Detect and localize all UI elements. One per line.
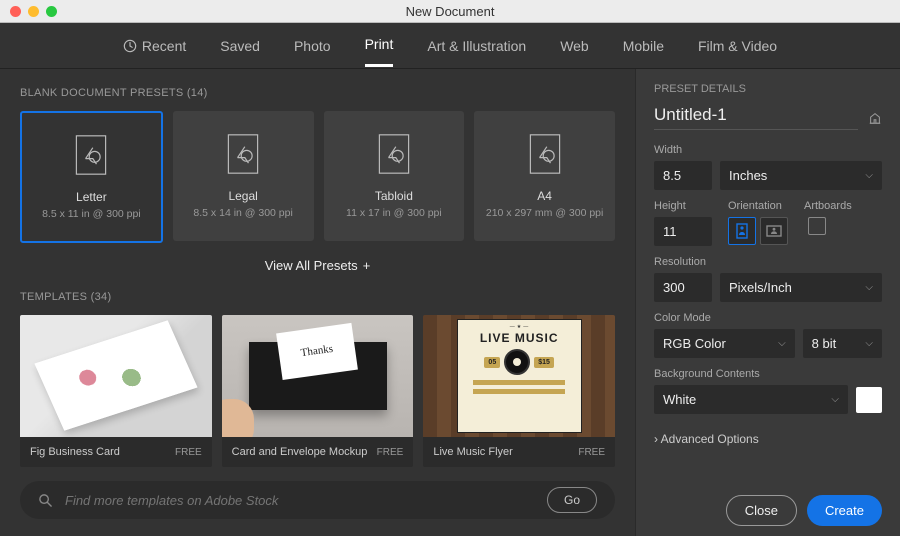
resolution-label: Resolution	[654, 256, 882, 268]
template-name: Card and Envelope Mockup	[232, 446, 368, 458]
preset-dimensions: 8.5 x 14 in @ 300 ppi	[193, 207, 292, 219]
preset-name: A4	[537, 189, 552, 203]
bit-depth-select[interactable]: 8 bit ⌵	[803, 329, 882, 358]
stock-search-input[interactable]	[63, 492, 537, 509]
template-price: FREE	[578, 447, 605, 458]
template-thumbnail	[20, 315, 212, 437]
chevron-down-icon: ⌵	[831, 394, 839, 405]
tab-print[interactable]: Print	[365, 24, 394, 67]
close-window-icon[interactable]	[10, 6, 21, 17]
color-mode-select[interactable]: RGB Color ⌵	[654, 329, 795, 358]
tab-photo[interactable]: Photo	[294, 26, 331, 66]
color-mode-label: Color Mode	[654, 312, 882, 324]
template-thumbnail: — ★ —LIVE MUSIC05$15	[423, 315, 615, 437]
preset-name: Letter	[76, 190, 107, 204]
background-color-swatch[interactable]	[856, 387, 882, 413]
orientation-landscape[interactable]	[760, 217, 788, 245]
document-name-input[interactable]: Untitled-1	[654, 105, 858, 130]
template-card[interactable]: — ★ —LIVE MUSIC05$15 Live Music Flyer FREE	[423, 315, 615, 467]
preset-name: Legal	[228, 189, 257, 203]
tab-art-illustration[interactable]: Art & Illustration	[427, 26, 526, 66]
tab-recent[interactable]: Recent	[123, 26, 186, 66]
stock-search[interactable]: Go	[20, 481, 615, 519]
chevron-right-icon: ›	[654, 432, 658, 446]
minimize-window-icon[interactable]	[28, 6, 39, 17]
save-preset-icon[interactable]	[868, 111, 882, 125]
preset-dimensions: 11 x 17 in @ 300 ppi	[346, 207, 442, 219]
template-price: FREE	[175, 447, 202, 458]
templates-header: TEMPLATES (34)	[20, 291, 615, 303]
height-input[interactable]	[654, 217, 712, 246]
preset-name: Tabloid	[375, 189, 413, 203]
presets-header: BLANK DOCUMENT PRESETS (14)	[20, 87, 615, 99]
preset-card-legal[interactable]: Legal 8.5 x 14 in @ 300 ppi	[173, 111, 314, 241]
landscape-icon	[766, 225, 782, 237]
title-bar: New Document	[0, 0, 900, 23]
view-all-presets[interactable]: View All Presets +	[20, 258, 615, 273]
window-controls	[10, 6, 57, 17]
chevron-down-icon: ⌵	[865, 170, 873, 181]
advanced-options-toggle[interactable]: › Advanced Options	[654, 432, 882, 446]
width-label: Width	[654, 144, 882, 156]
preset-card-a4[interactable]: A4 210 x 297 mm @ 300 ppi	[474, 111, 615, 241]
presets-panel: BLANK DOCUMENT PRESETS (14) Letter 8.5 x …	[0, 69, 635, 536]
resolution-units-select[interactable]: Pixels/Inch ⌵	[720, 273, 882, 302]
background-label: Background Contents	[654, 368, 882, 380]
chevron-down-icon: ⌵	[865, 282, 873, 293]
height-label: Height	[654, 200, 712, 212]
template-name: Live Music Flyer	[433, 446, 512, 458]
preset-card-tabloid[interactable]: Tabloid 11 x 17 in @ 300 ppi	[324, 111, 465, 241]
preset-details-panel: PRESET DETAILS Untitled-1 Width Inches ⌵…	[635, 69, 900, 536]
template-name: Fig Business Card	[30, 446, 120, 458]
template-card[interactable]: Thanks Card and Envelope Mockup FREE	[222, 315, 414, 467]
template-card[interactable]: Fig Business Card FREE	[20, 315, 212, 467]
create-button[interactable]: Create	[807, 495, 882, 526]
search-icon	[38, 493, 53, 508]
background-select[interactable]: White ⌵	[654, 385, 848, 414]
artboards-checkbox[interactable]	[808, 217, 826, 235]
preset-details-header: PRESET DETAILS	[654, 83, 882, 95]
orientation-portrait[interactable]	[728, 217, 756, 245]
template-thumbnail: Thanks	[222, 315, 414, 437]
preset-dimensions: 8.5 x 11 in @ 300 ppi	[42, 208, 141, 220]
tab-recent-label: Recent	[142, 38, 186, 54]
tab-web[interactable]: Web	[560, 26, 589, 66]
maximize-window-icon[interactable]	[46, 6, 57, 17]
preset-card-letter[interactable]: Letter 8.5 x 11 in @ 300 ppi	[20, 111, 163, 243]
chevron-down-icon: ⌵	[778, 338, 786, 349]
units-select[interactable]: Inches ⌵	[720, 161, 882, 190]
tab-mobile[interactable]: Mobile	[623, 26, 664, 66]
resolution-input[interactable]	[654, 273, 712, 302]
category-tabs: Recent Saved Photo Print Art & Illustrat…	[0, 23, 900, 69]
tab-film-video[interactable]: Film & Video	[698, 26, 777, 66]
artboards-label: Artboards	[804, 200, 852, 212]
stock-go-button[interactable]: Go	[547, 487, 597, 513]
clock-icon	[123, 39, 137, 53]
tab-saved[interactable]: Saved	[220, 26, 260, 66]
portrait-icon	[736, 223, 748, 239]
chevron-down-icon: ⌵	[865, 338, 873, 349]
preset-dimensions: 210 x 297 mm @ 300 ppi	[486, 207, 603, 219]
orientation-label: Orientation	[728, 200, 788, 212]
template-price: FREE	[377, 447, 404, 458]
window-title: New Document	[406, 4, 495, 19]
width-input[interactable]	[654, 161, 712, 190]
plus-icon: +	[363, 258, 371, 273]
close-button[interactable]: Close	[726, 495, 797, 526]
